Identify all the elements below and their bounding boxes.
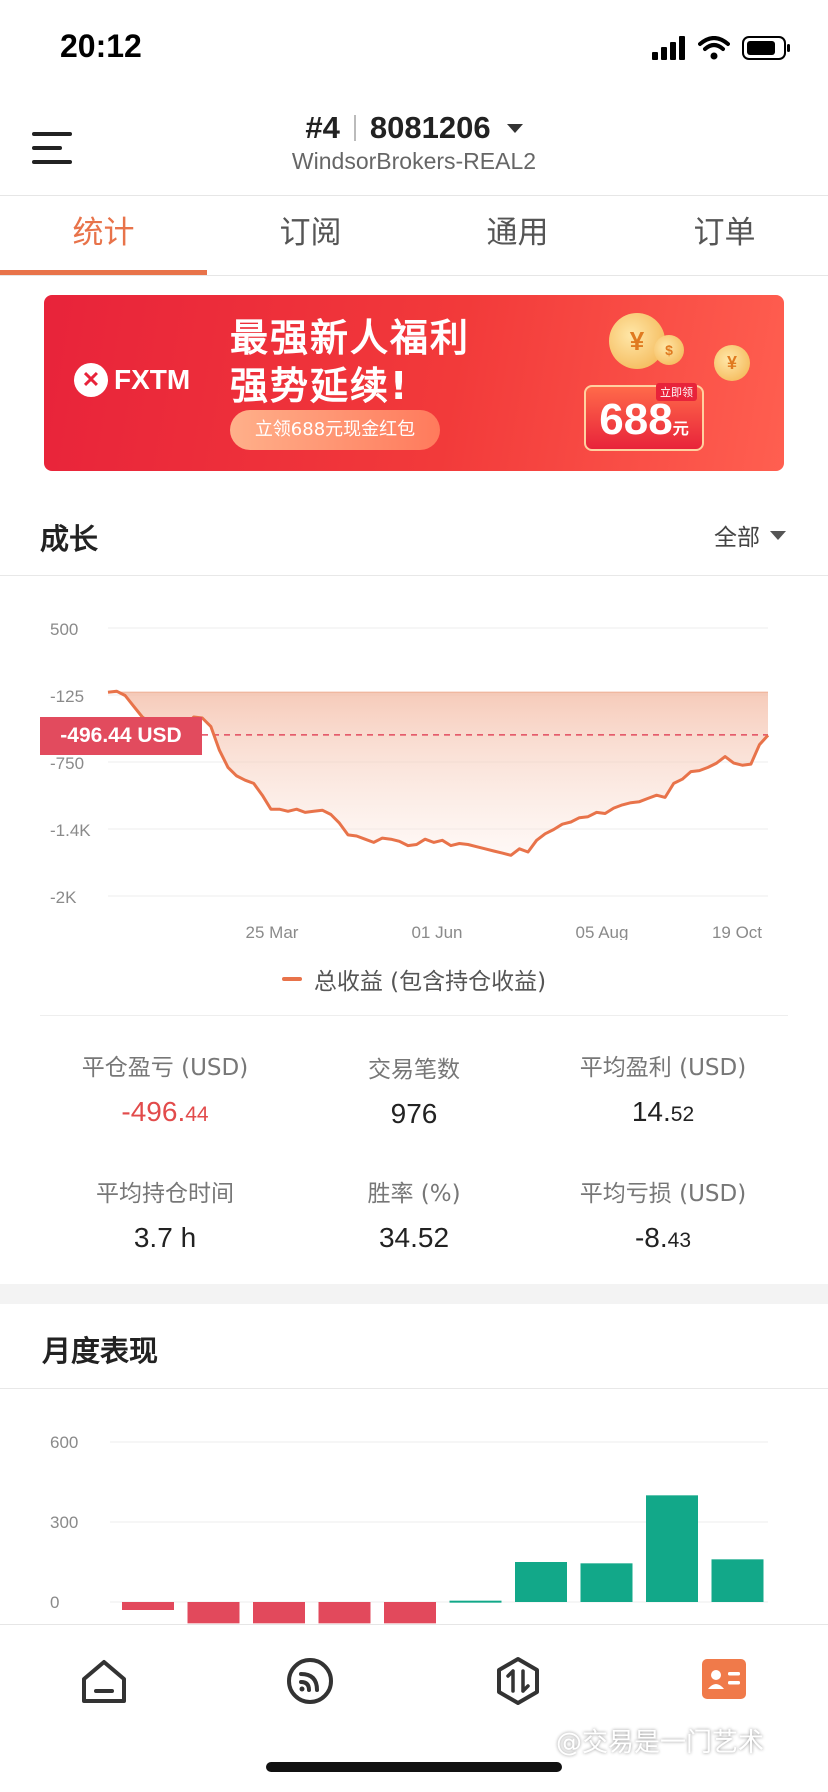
stat-label: 平均盈利 (USD) [579, 1055, 747, 1081]
cellular-signal-icon [652, 36, 685, 60]
legend-label: 总收益 (包含持仓收益) [313, 969, 547, 995]
stat-avg-hold-time: 平均持仓时间 3.7 h [40, 1174, 290, 1254]
banner-brand: FXTM [114, 364, 191, 395]
status-bar: 20:12 [0, 0, 828, 100]
monthly-bar [384, 1602, 436, 1624]
stat-value: 3.7 h [133, 1222, 197, 1253]
y-tick-label: 0 [50, 1593, 59, 1612]
range-filter[interactable]: 全部 [714, 518, 786, 552]
status-time: 20:12 [60, 28, 142, 64]
tab-subscribe[interactable]: 订阅 [207, 196, 414, 275]
stat-value: 14.52 [631, 1096, 695, 1127]
monthly-bar [515, 1562, 567, 1602]
logo-mark-icon: ✕ [74, 363, 108, 397]
account-header: #4 8081206 WindsorBrokers-REAL2 [0, 100, 828, 196]
banner-amount: 688 [599, 395, 673, 444]
divider [0, 575, 828, 576]
home-icon [82, 1660, 126, 1703]
stat-label: 交易笔数 [368, 1057, 460, 1083]
monthly-bar [449, 1600, 502, 1603]
nav-profile[interactable] [700, 1655, 752, 1707]
nav-signals[interactable] [284, 1655, 336, 1707]
growth-chart[interactable]: 500 -125 -750 -1.4K -2K 25 Mar 01 Jun 05 Aug 19 … [0, 580, 828, 942]
status-icons [652, 36, 792, 60]
account-number: 8081206 [369, 110, 491, 145]
x-tick-label: 19 Oct [712, 923, 762, 940]
current-value-label: -496.44 USD [60, 724, 182, 747]
divider [0, 1388, 828, 1389]
monthly-bar [253, 1602, 305, 1624]
home-indicator [266, 1762, 562, 1772]
y-tick-label: 300 [50, 1513, 78, 1532]
y-tick-label: 600 [50, 1433, 78, 1452]
watermark: @交易是一门艺术 [556, 1728, 765, 1758]
tab-orders[interactable]: 订单 [621, 196, 828, 275]
growth-chart-svg: 500 -125 -750 -1.4K -2K 25 Mar 01 Jun 05 Aug 19 … [50, 620, 770, 942]
separator [353, 115, 356, 141]
signal-icon [287, 1658, 333, 1704]
chevron-down-icon [770, 530, 786, 540]
stat-label: 平仓盈亏 (USD) [81, 1055, 249, 1081]
stat-label: 平均亏损 (USD) [579, 1181, 747, 1207]
banner-amount-unit: 元 [672, 421, 689, 438]
coin-icon: $ [654, 335, 684, 365]
x-tick-label: 01 Jun [411, 923, 462, 940]
y-tick-label: -1.4K [50, 821, 91, 840]
monthly-bar [318, 1602, 371, 1624]
y-tick-label: -750 [50, 754, 84, 773]
chart-legend: 总收益 (包含持仓收益) [0, 962, 828, 996]
stat-value: 34.52 [378, 1222, 450, 1253]
current-value-badge: -496.44 USD [40, 717, 202, 755]
chevron-down-icon [506, 123, 523, 133]
account-selector[interactable]: #4 8081206 WindsorBrokers-REAL2 [0, 110, 828, 175]
x-tick-label: 05 Aug [576, 923, 629, 940]
stat-closed-pnl: 平仓盈亏 (USD) -496.44 [40, 1048, 290, 1128]
monthly-bar [122, 1602, 174, 1610]
legend-swatch [281, 977, 302, 981]
tab-general[interactable]: 通用 [414, 196, 621, 275]
monthly-bar [580, 1563, 633, 1602]
nav-home[interactable] [78, 1655, 130, 1707]
monthly-bar [187, 1602, 240, 1624]
tab-bar: 统计 订阅 通用 订单 [0, 196, 828, 276]
stat-value: -8.43 [634, 1222, 692, 1253]
stat-value: -496.44 [121, 1096, 209, 1127]
stat-win-rate: 胜率 (%) 34.52 [289, 1174, 539, 1254]
stats-grid: 平仓盈亏 (USD) -496.44 交易笔数 976 平均盈利 (USD) 1… [40, 1015, 788, 1253]
stat-trade-count: 交易笔数 976 [289, 1050, 539, 1130]
stat-avg-loss: 平均亏损 (USD) -8.43 [538, 1174, 788, 1254]
section-separator [0, 1284, 828, 1304]
monthly-chart[interactable]: 600 300 0 [0, 1400, 828, 1624]
series-area [108, 691, 768, 856]
banner-headline: 最强新人福利 [230, 316, 471, 360]
y-tick-label: -125 [50, 687, 84, 706]
monthly-chart-svg: 600 300 0 [50, 1433, 768, 1624]
stat-value: 976 [390, 1098, 438, 1129]
trade-icon [497, 1657, 539, 1705]
y-tick-label: 500 [50, 620, 78, 639]
nav-trade[interactable] [492, 1655, 544, 1707]
stat-label: 平均持仓时间 [96, 1181, 234, 1207]
stat-label: 胜率 (%) [367, 1181, 461, 1207]
stat-avg-profit: 平均盈利 (USD) 14.52 [538, 1048, 788, 1128]
growth-title: 成长 [40, 522, 99, 556]
banner-tag: 立即领 [656, 383, 697, 401]
y-tick-label: -2K [50, 888, 77, 907]
fxtm-logo: ✕ FXTM [74, 363, 190, 397]
monthly-bar [711, 1559, 764, 1602]
monthly-title: 月度表现 [42, 1334, 159, 1368]
profile-card-icon [702, 1659, 746, 1699]
x-tick-label: 25 Mar [246, 923, 299, 940]
battery-icon [742, 36, 790, 60]
coin-icon: ¥ [714, 345, 750, 381]
monthly-bar [646, 1495, 698, 1602]
range-filter-label: 全部 [714, 525, 760, 551]
wifi-icon [698, 36, 730, 60]
tab-statistics[interactable]: 统计 [0, 196, 207, 275]
account-server: WindsorBrokers-REAL2 [291, 148, 537, 174]
banner-cta[interactable]: 立领688元现金红包 [230, 410, 440, 450]
account-prefix: #4 [305, 110, 340, 145]
promo-banner[interactable]: ✕ FXTM 最强新人福利 强势延续! 立领688元现金红包 ¥ ¥ $ 688… [44, 295, 784, 471]
banner-subheadline: 强势延续! [230, 364, 410, 408]
